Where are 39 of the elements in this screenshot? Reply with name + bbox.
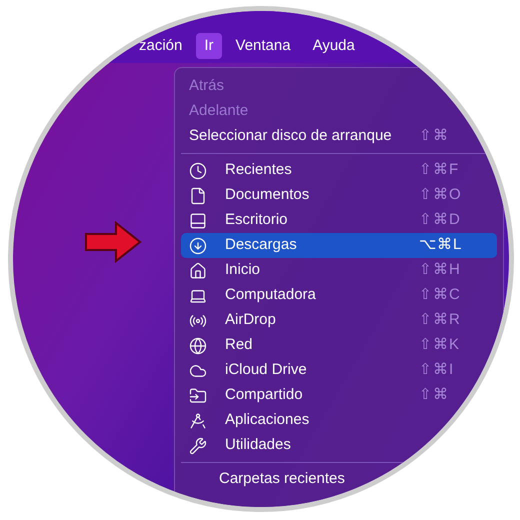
desktop-icon xyxy=(189,212,207,230)
menu-item[interactable]: Escritorio ⇧⌘D xyxy=(181,208,497,233)
menu-item[interactable]: Red ⇧⌘K xyxy=(181,333,497,358)
house-icon xyxy=(189,262,207,280)
arrow-icon xyxy=(84,221,142,263)
menu-item[interactable]: Carpetas recientes xyxy=(181,467,497,492)
menu-item[interactable]: Seleccionar disco de arranque ⇧⌘ xyxy=(181,124,497,149)
shortcut-text: ⌥⌘L xyxy=(419,235,464,256)
globe-icon xyxy=(189,336,207,354)
shortcut-text: ⇧⌘H xyxy=(419,260,462,280)
menu-item[interactable]: Recientes ⇧⌘F xyxy=(181,158,497,183)
menu-bar-item[interactable]: Ventana xyxy=(228,32,299,59)
shortcut-text: ⇧⌘ xyxy=(419,126,450,146)
document-icon xyxy=(189,186,207,204)
menu-item[interactable]: Aplicaciones xyxy=(181,408,497,433)
menu-bar-item[interactable]: Ayuda xyxy=(304,32,363,59)
menu-item[interactable]: Documentos ⇧⌘O xyxy=(181,183,497,208)
menu-bar-item[interactable]: zación xyxy=(131,32,190,59)
menu-item[interactable]: Compartido ⇧⌘ xyxy=(181,383,497,408)
tools-icon xyxy=(189,436,207,454)
shortcut-text: ⇧⌘C xyxy=(419,285,462,306)
shared-folder-icon xyxy=(189,386,207,404)
menu-item[interactable]: Computadora ⇧⌘C xyxy=(181,283,497,308)
shortcut-text: ⇧⌘F xyxy=(419,160,460,180)
compass-icon xyxy=(189,412,207,430)
shortcut-text: ⇧⌘K xyxy=(419,335,462,356)
clock-icon xyxy=(189,162,207,180)
shortcut-text: ⇧⌘D xyxy=(419,210,462,230)
menu-item[interactable]: AirDrop ⇧⌘R xyxy=(181,308,497,333)
menu-item[interactable]: Inicio ⇧⌘H xyxy=(181,258,497,283)
menu-item[interactable]: Utilidades xyxy=(181,433,497,458)
shortcut-text: ⇧⌘R xyxy=(419,310,462,330)
shortcut-text: ⇧⌘O xyxy=(419,185,463,206)
menu-item[interactable]: iCloud Drive ⇧⌘I xyxy=(181,358,497,383)
menu-item[interactable]: Descargas ⌥⌘L xyxy=(181,233,497,258)
menu-bar-item[interactable]: Ir xyxy=(196,32,222,59)
shortcut-text: ⇧⌘I xyxy=(419,360,456,380)
shortcut-text: ⇧⌘ xyxy=(419,385,450,406)
download-icon xyxy=(189,236,207,254)
